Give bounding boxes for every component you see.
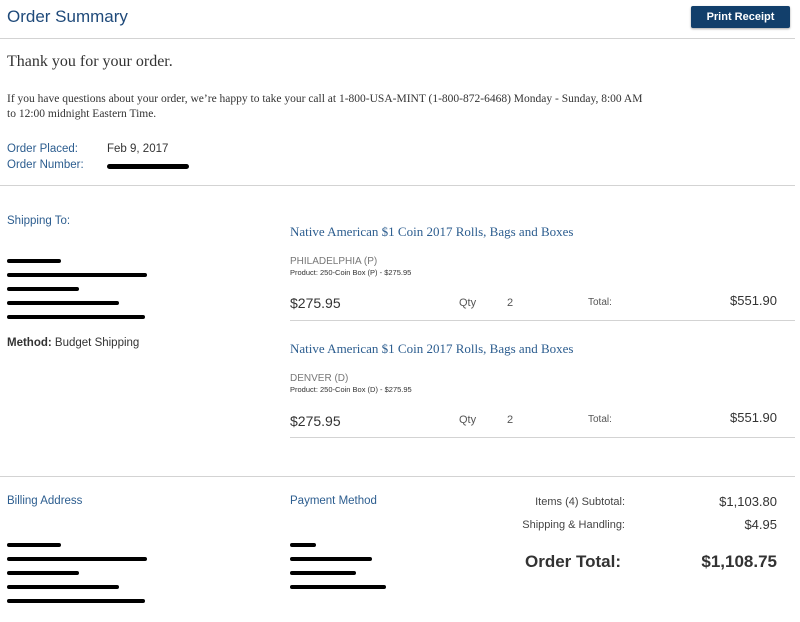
order-placed-label: Order Placed: <box>7 143 78 155</box>
billing-heading: Billing Address <box>7 495 83 507</box>
item-divider <box>290 320 795 321</box>
item-1-title[interactable]: Native American $1 Coin 2017 Rolls, Bags… <box>290 224 573 240</box>
payment-method-redacted <box>290 540 386 589</box>
item-2-total-label: Total: <box>588 414 612 425</box>
item-divider <box>290 437 795 438</box>
subtotal-value: $1,103.80 <box>719 494 777 509</box>
item-2-mint: DENVER (D) <box>290 373 349 384</box>
item-1-qty-label: Qty <box>459 297 477 309</box>
header-divider <box>0 38 795 39</box>
section-divider <box>0 185 795 186</box>
contact-info-line-2: to 12:00 midnight Eastern Time. <box>7 108 157 120</box>
item-1-mint: PHILADELPHIA (P) <box>290 256 378 267</box>
item-2-total: $551.90 <box>730 410 777 425</box>
subtotal-label: Items (4) Subtotal: <box>535 496 625 508</box>
item-2-qty: 2 <box>507 414 514 426</box>
item-2-title[interactable]: Native American $1 Coin 2017 Rolls, Bags… <box>290 341 573 357</box>
print-receipt-button[interactable]: Print Receipt <box>691 6 790 28</box>
order-total-value: $1,108.75 <box>701 552 777 571</box>
order-number-label: Order Number: <box>7 159 84 171</box>
shipping-heading: Shipping To: <box>7 215 71 227</box>
thank-you-message: Thank you for your order. <box>7 53 173 70</box>
item-1-product-line: Product: 250-Coin Box (P) - $275.95 <box>290 268 412 277</box>
item-1-price: $275.95 <box>290 295 341 311</box>
billing-address-redacted <box>7 540 147 603</box>
shipping-address-redacted <box>7 256 147 319</box>
order-total-label: Order Total: <box>525 552 622 571</box>
shipping-handling-value: $4.95 <box>744 517 777 532</box>
shipping-method-value: Budget Shipping <box>54 337 140 349</box>
page-title: Order Summary <box>7 7 128 26</box>
order-number-redacted <box>107 164 189 169</box>
contact-info: If you have questions about your order, … <box>7 92 747 122</box>
item-1-qty: 2 <box>507 297 514 309</box>
section-divider <box>0 476 795 477</box>
payment-heading: Payment Method <box>290 495 377 507</box>
item-2-price: $275.95 <box>290 413 341 429</box>
item-1-total: $551.90 <box>730 293 777 308</box>
order-placed-value: Feb 9, 2017 <box>107 143 169 155</box>
shipping-method-label: Method: <box>7 337 52 349</box>
item-2-qty-label: Qty <box>459 414 477 426</box>
contact-info-line-1: If you have questions about your order, … <box>7 93 643 105</box>
shipping-handling-label: Shipping & Handling: <box>522 519 625 531</box>
shipping-method: Method: Budget Shipping <box>7 337 139 349</box>
item-1-total-label: Total: <box>588 297 612 308</box>
item-2-product-line: Product: 250-Coin Box (D) - $275.95 <box>290 385 412 394</box>
